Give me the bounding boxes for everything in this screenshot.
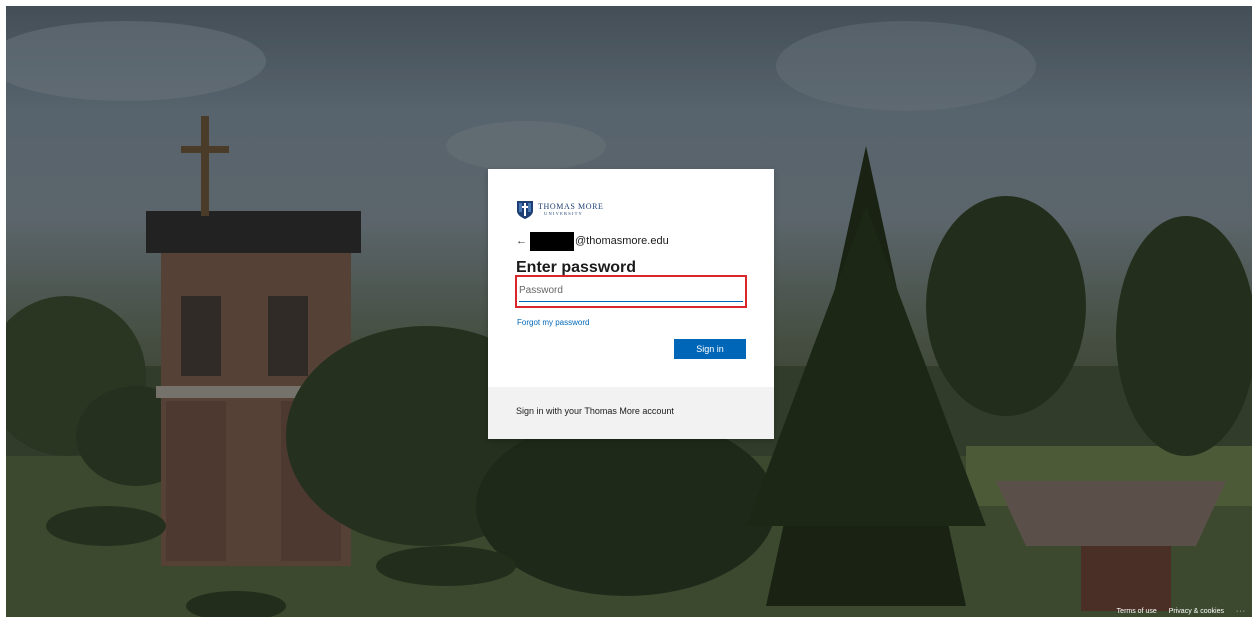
org-logo-wordmark: THOMAS MORE UNIVERSITY [538,203,604,217]
org-logo: THOMAS MORE UNIVERSITY [516,199,746,221]
account-identity: ← @thomasmore.edu [516,231,746,251]
sign-in-card: THOMAS MORE UNIVERSITY ← @thomasmore.edu… [488,169,774,439]
thomas-more-shield-icon [517,201,533,219]
redacted-username [530,231,574,251]
card-footer-text: Sign in with your Thomas More account [516,406,674,416]
password-input[interactable] [519,280,743,302]
back-arrow-icon[interactable]: ← [516,235,530,247]
page-footer: Terms of use Privacy & cookies ··· [1117,608,1246,615]
password-field-highlight [515,275,747,308]
logo-line-2: UNIVERSITY [544,211,583,217]
terms-of-use-link[interactable]: Terms of use [1117,608,1157,615]
email-domain: @thomasmore.edu [575,235,669,247]
forgot-password-link[interactable]: Forgot my password [517,318,589,327]
privacy-cookies-link[interactable]: Privacy & cookies [1169,608,1224,615]
sign-in-button[interactable]: Sign in [674,339,746,359]
more-options-icon[interactable]: ··· [1236,608,1246,615]
card-footer: Sign in with your Thomas More account [488,387,774,439]
logo-line-1: THOMAS MORE [538,202,604,212]
